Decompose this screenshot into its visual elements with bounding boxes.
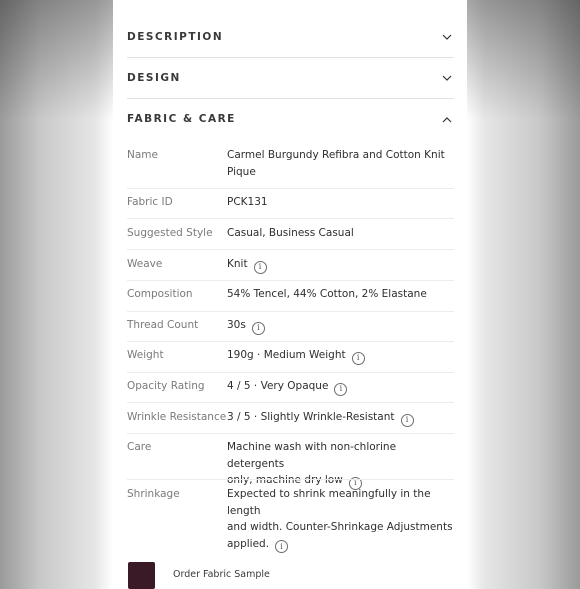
spec-row-thread-count: Thread Count 30s i <box>127 317 454 343</box>
spec-value: Knit i <box>227 256 454 274</box>
chevron-up-icon <box>440 112 454 126</box>
spec-value: 30s i <box>227 317 454 335</box>
row-divider <box>127 372 454 373</box>
spec-value: 3 / 5 · Slightly Wrinkle-Resistant i <box>227 409 454 427</box>
spec-row-care: Care Machine wash with non-chlorine dete… <box>127 439 454 490</box>
spec-value: PCK131 <box>227 196 268 208</box>
chevron-down-icon <box>440 30 454 44</box>
accordion-title: DESCRIPTION <box>127 31 224 43</box>
spec-label: Weave <box>127 258 163 270</box>
product-details-panel: DESCRIPTION DESIGN FABRIC & CARE Name Ca… <box>113 0 467 589</box>
spec-value: Expected to shrink meaningfully in the l… <box>227 486 454 553</box>
spec-value: Casual, Business Casual <box>227 227 354 239</box>
info-icon[interactable]: i <box>351 351 365 365</box>
spec-label: Wrinkle Resistance <box>127 411 227 423</box>
row-divider <box>127 249 454 250</box>
spec-label: Opacity Rating <box>127 380 205 392</box>
spec-value: 54% Tencel, 44% Cotton, 2% Elastane <box>227 288 427 300</box>
row-divider <box>127 218 454 219</box>
accordion-design[interactable]: DESIGN <box>127 58 454 98</box>
spec-label: Shrinkage <box>127 488 180 500</box>
spec-row-weight: Weight 190g · Medium Weight i <box>127 347 454 373</box>
row-divider <box>127 311 454 312</box>
info-icon[interactable]: i <box>334 382 348 396</box>
spec-label: Weight <box>127 349 164 361</box>
spec-value: Machine wash with non-chlorine detergent… <box>227 439 454 490</box>
row-divider <box>127 280 454 281</box>
spec-label: Composition <box>127 288 193 300</box>
spec-label: Care <box>127 441 152 453</box>
spec-row-composition: Composition 54% Tencel, 44% Cotton, 2% E… <box>127 286 454 312</box>
spec-row-shrinkage: Shrinkage Expected to shrink meaningfull… <box>127 486 454 553</box>
spec-label: Name <box>127 149 158 161</box>
row-divider <box>127 188 454 189</box>
spec-label: Thread Count <box>127 319 199 331</box>
accordion-fabric-care[interactable]: FABRIC & CARE <box>127 99 454 139</box>
spec-row-wrinkle-resistance: Wrinkle Resistance 3 / 5 · Slightly Wrin… <box>127 409 454 435</box>
info-icon[interactable]: i <box>253 260 267 274</box>
spec-value: 190g · Medium Weight i <box>227 347 454 365</box>
info-icon[interactable]: i <box>275 540 289 553</box>
spec-value: Carmel Burgundy Refibra and Cotton Knit … <box>227 149 445 178</box>
spec-row-weave: Weave Knit i <box>127 256 454 282</box>
spec-value: 4 / 5 · Very Opaque i <box>227 378 454 396</box>
spec-label: Fabric ID <box>127 196 173 208</box>
accordion-title: DESIGN <box>127 72 181 84</box>
spec-label: Suggested Style <box>127 227 213 239</box>
row-divider <box>127 402 454 403</box>
row-divider <box>127 341 454 342</box>
spec-row-fabric-id: Fabric ID PCK131 <box>127 194 454 220</box>
row-divider <box>127 433 454 434</box>
spec-row-opacity-rating: Opacity Rating 4 / 5 · Very Opaque i <box>127 378 454 404</box>
spec-row-suggested-style: Suggested Style Casual, Business Casual <box>127 225 454 251</box>
spec-row-name: Name Carmel Burgundy Refibra and Cotton … <box>127 147 454 189</box>
row-divider <box>127 479 454 480</box>
accordion-title: FABRIC & CARE <box>127 113 236 125</box>
info-icon[interactable]: i <box>251 321 265 335</box>
accordion-description[interactable]: DESCRIPTION <box>127 17 454 57</box>
info-icon[interactable]: i <box>400 413 414 427</box>
chevron-down-icon <box>440 71 454 85</box>
order-fabric-sample-link[interactable]: Order Fabric Sample <box>173 569 270 580</box>
fabric-swatch[interactable] <box>128 562 155 589</box>
